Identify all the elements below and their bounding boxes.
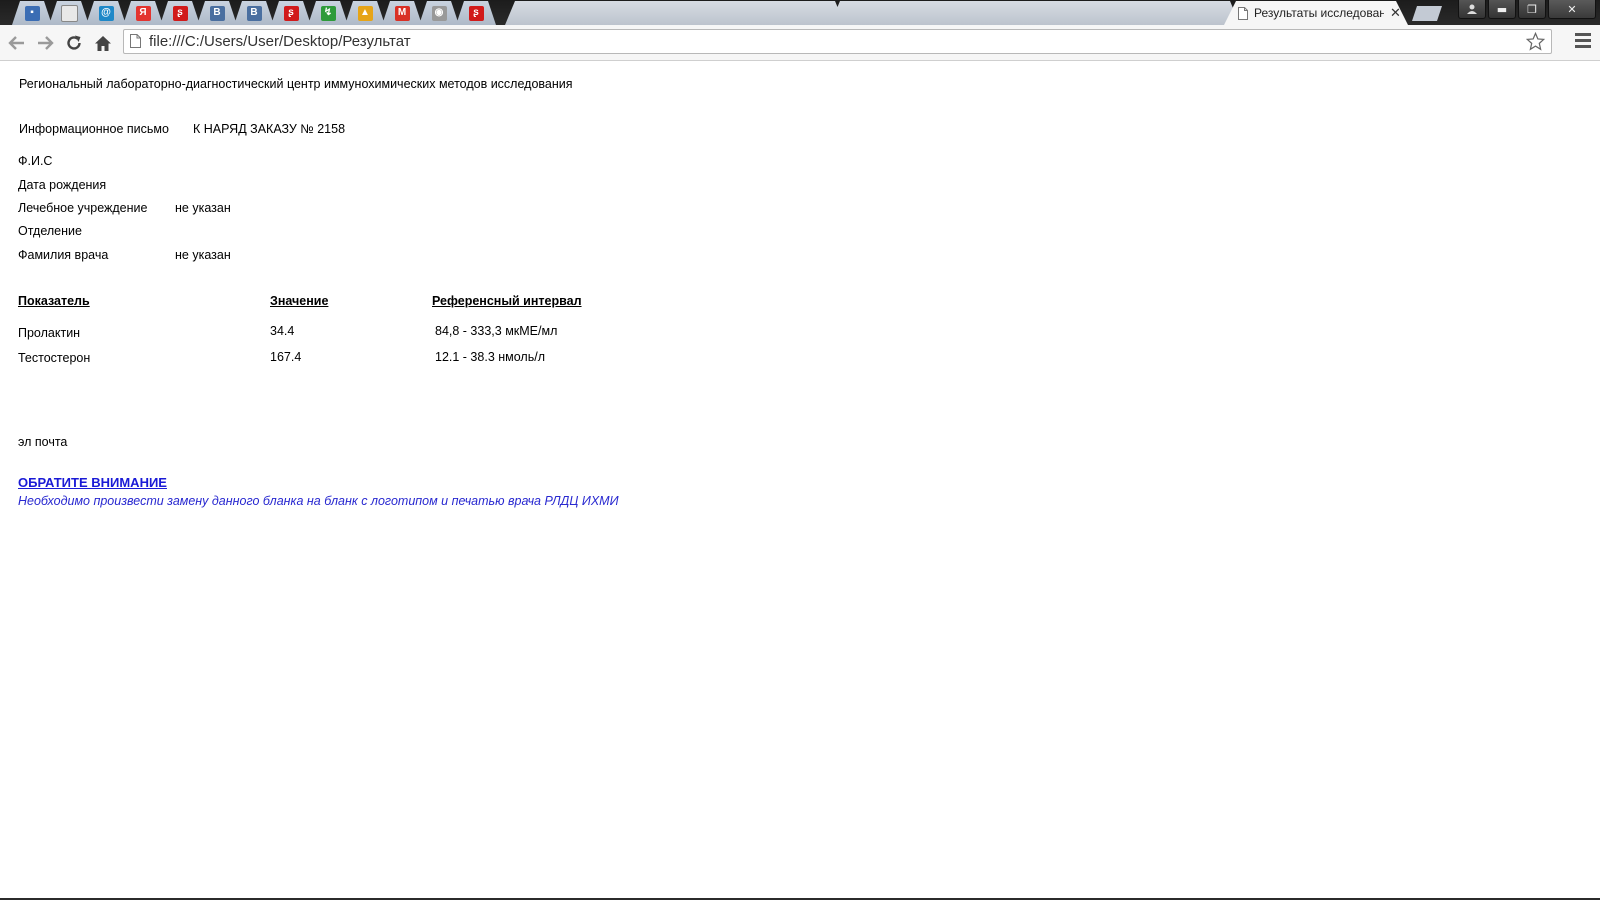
tab[interactable] bbox=[830, 1, 1060, 25]
table-row-value: 34.4 bbox=[270, 324, 295, 338]
back-button[interactable] bbox=[5, 31, 29, 55]
clinic-label: Лечебное учреждение bbox=[18, 201, 148, 215]
clinic-value: не указан bbox=[175, 201, 231, 215]
page-icon bbox=[130, 34, 141, 48]
arrow-left-icon bbox=[8, 36, 24, 50]
chrome-menu-icon[interactable] bbox=[1575, 33, 1591, 51]
doctor-label: Фамилия врача bbox=[18, 248, 109, 262]
reload-icon bbox=[67, 35, 81, 50]
tab-bar: ▪ @ Яʂ B Bʂ ↯ ▲ M ◉ ʂ Результаты исследован ✕ ▬ ❐… bbox=[0, 0, 1600, 25]
window-controls: ▬ ❐ ✕ bbox=[1458, 0, 1596, 20]
pinned-tab[interactable]: @ bbox=[86, 1, 126, 25]
vk-icon: B bbox=[247, 6, 262, 21]
department-label: Отделение bbox=[18, 224, 82, 238]
pinned-tab[interactable]: M bbox=[382, 1, 422, 25]
table-row-name: Пролактин bbox=[18, 326, 81, 340]
table-row-value: 167.4 bbox=[270, 350, 302, 364]
yandex-icon: Я bbox=[136, 6, 151, 21]
gmail-icon: M bbox=[395, 6, 410, 21]
minimize-button[interactable]: ▬ bbox=[1488, 0, 1516, 19]
order-number: К НАРЯД ЗАКАЗУ № 2158 bbox=[193, 122, 346, 136]
table-row-range: 12.1 - 38.3 нмоль/л bbox=[435, 350, 545, 364]
table-row-name: Тестостерон bbox=[18, 351, 91, 365]
doctor-value: не указан bbox=[175, 248, 231, 262]
close-window-button[interactable]: ✕ bbox=[1548, 0, 1596, 19]
browser-toolbar: file:///C:/Users/User/Desktop/Результат bbox=[0, 25, 1600, 61]
birth-date-label: Дата рождения bbox=[18, 178, 107, 192]
tab-close-icon[interactable]: ✕ bbox=[1390, 5, 1401, 21]
warning-icon: ▲ bbox=[358, 6, 373, 21]
fio-label: Ф.И.С bbox=[18, 154, 53, 168]
pinned-tab[interactable]: B bbox=[197, 1, 237, 25]
column-header-value: Значение bbox=[270, 294, 329, 308]
lastfm-icon: ʂ bbox=[284, 6, 299, 21]
tab-active[interactable]: Результаты исследован ✕ bbox=[1224, 1, 1408, 25]
pinned-tab[interactable]: ʂ bbox=[271, 1, 311, 25]
red-icon: ʂ bbox=[469, 6, 484, 21]
table-row-range: 84,8 - 333,3 мкМЕ/мл bbox=[435, 324, 558, 338]
page-icon bbox=[61, 5, 78, 22]
lastfm-icon: ʂ bbox=[173, 6, 188, 21]
pinned-tab[interactable]: ʂ bbox=[160, 1, 200, 25]
new-tab-button[interactable] bbox=[1412, 6, 1442, 21]
address-bar[interactable]: file:///C:/Users/User/Desktop/Результат bbox=[123, 29, 1552, 54]
pinned-tab[interactable] bbox=[49, 1, 89, 25]
page-content: Региональный лабораторно-диагностический… bbox=[0, 61, 1600, 898]
forward-button[interactable] bbox=[33, 31, 57, 55]
column-header-reference: Референсный интервал bbox=[432, 294, 582, 308]
maximize-button[interactable]: ❐ bbox=[1518, 0, 1546, 19]
pinned-tab[interactable]: ʂ bbox=[456, 1, 496, 25]
bookmark-star-icon[interactable] bbox=[1526, 32, 1545, 51]
pinned-tab[interactable]: Я bbox=[123, 1, 163, 25]
notice-title: ОБРАТИТЕ ВНИМАНИЕ bbox=[18, 475, 167, 490]
pinned-tab[interactable]: ▪ bbox=[12, 1, 52, 25]
tab[interactable] bbox=[1040, 1, 1240, 25]
pinned-tab[interactable]: B bbox=[234, 1, 274, 25]
gray-icon: ◉ bbox=[432, 6, 447, 21]
mail-ru-icon: @ bbox=[99, 6, 114, 21]
tab-title: Результаты исследован bbox=[1254, 6, 1384, 20]
chat-icon: ▪ bbox=[25, 6, 40, 21]
email-label: эл почта bbox=[18, 435, 68, 449]
tab[interactable] bbox=[505, 1, 845, 25]
user-profile-icon[interactable] bbox=[1458, 0, 1486, 19]
reload-button[interactable] bbox=[62, 31, 86, 55]
arrow-right-icon bbox=[38, 36, 54, 50]
pinned-tab[interactable]: ◉ bbox=[419, 1, 459, 25]
pinned-tab[interactable]: ↯ bbox=[308, 1, 348, 25]
column-header-indicator: Показатель bbox=[18, 294, 90, 308]
home-button[interactable] bbox=[91, 31, 115, 55]
page-icon bbox=[1238, 7, 1248, 20]
letter-label: Информационное письмо bbox=[19, 122, 169, 136]
pinned-tab[interactable]: ▲ bbox=[345, 1, 385, 25]
address-url[interactable]: file:///C:/Users/User/Desktop/Результат bbox=[149, 33, 411, 50]
home-icon bbox=[95, 35, 111, 51]
org-name: Региональный лабораторно-диагностический… bbox=[19, 77, 573, 91]
green-icon: ↯ bbox=[321, 6, 336, 21]
vk-icon: B bbox=[210, 6, 225, 21]
notice-text: Необходимо произвести замену данного бла… bbox=[18, 494, 619, 508]
